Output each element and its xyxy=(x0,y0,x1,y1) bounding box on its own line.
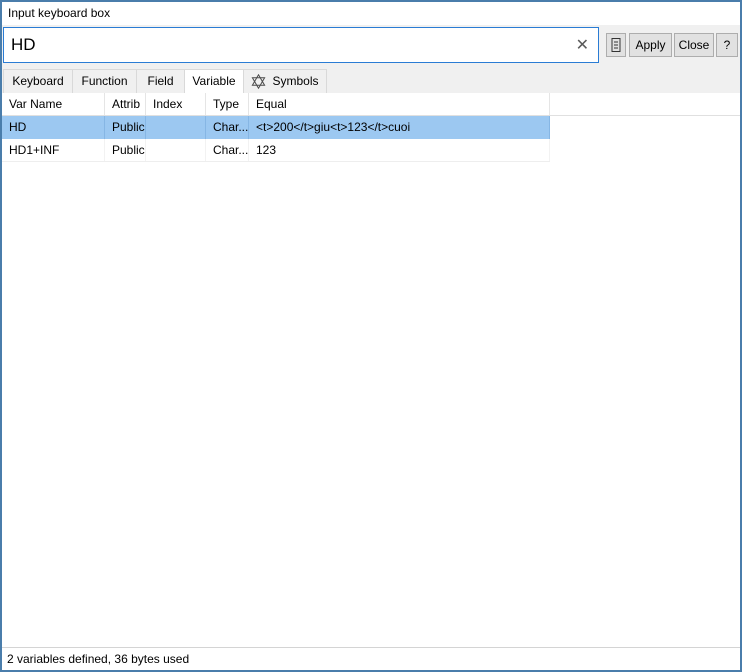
star-icon xyxy=(251,74,266,89)
apply-button[interactable]: Apply xyxy=(629,33,672,57)
tab-label: Keyboard xyxy=(12,70,63,93)
input-keyboard-box-window: Input keyboard box HD ✕ Apply Close ? Ke… xyxy=(0,0,742,672)
column-header-equal[interactable]: Equal xyxy=(249,93,550,115)
tab-symbols[interactable]: Symbols xyxy=(243,69,327,94)
variable-list: HD Public Char... <t>200</t>giu<t>123</t… xyxy=(2,116,550,162)
column-header-filler xyxy=(550,93,740,115)
table-row[interactable]: HD1+INF Public Char... 123 xyxy=(2,139,550,162)
cell-equal: <t>200</t>giu<t>123</t>cuoi xyxy=(249,116,550,139)
keypad-icon xyxy=(611,37,621,53)
variable-name-input[interactable]: HD ✕ xyxy=(3,27,599,63)
status-bar: 2 variables defined, 36 bytes used xyxy=(2,647,740,670)
window-title: Input keyboard box xyxy=(2,2,740,25)
clear-icon[interactable]: ✕ xyxy=(576,28,589,62)
cell-equal: 123 xyxy=(249,139,550,161)
tab-variable[interactable]: Variable xyxy=(184,69,244,94)
tab-label: Function xyxy=(81,70,127,93)
column-header-index[interactable]: Index xyxy=(146,93,206,115)
cell-var-name: HD xyxy=(2,116,105,139)
cell-attrib: Public xyxy=(105,139,146,161)
tab-label: Variable xyxy=(192,70,235,93)
table-header: Var Name Attrib Index Type Equal xyxy=(2,93,740,116)
cell-index xyxy=(146,116,206,139)
status-text: 2 variables defined, 36 bytes used xyxy=(2,648,740,670)
tab-strip: Keyboard Function Field Variable Symbols xyxy=(2,69,740,95)
table-row[interactable]: HD Public Char... <t>200</t>giu<t>123</t… xyxy=(2,116,550,139)
cell-type: Char... xyxy=(206,116,249,139)
tab-label: Symbols xyxy=(272,70,318,93)
help-button[interactable]: ? xyxy=(716,33,738,57)
cell-var-name: HD1+INF xyxy=(2,139,105,161)
close-button[interactable]: Close xyxy=(674,33,714,57)
input-value: HD xyxy=(4,28,598,62)
tab-label: Field xyxy=(147,70,173,93)
title-bar: Input keyboard box xyxy=(2,2,740,25)
column-header-attrib[interactable]: Attrib xyxy=(105,93,146,115)
control-area: HD ✕ Apply Close ? xyxy=(2,25,740,69)
column-header-var-name[interactable]: Var Name xyxy=(2,93,105,115)
cell-index xyxy=(146,139,206,161)
column-header-type[interactable]: Type xyxy=(206,93,249,115)
cell-attrib: Public xyxy=(105,116,146,139)
tab-keyboard[interactable]: Keyboard xyxy=(3,69,73,94)
tab-field[interactable]: Field xyxy=(136,69,185,94)
cell-type: Char... xyxy=(206,139,249,161)
keypad-button[interactable] xyxy=(606,33,626,57)
tab-function[interactable]: Function xyxy=(72,69,137,94)
